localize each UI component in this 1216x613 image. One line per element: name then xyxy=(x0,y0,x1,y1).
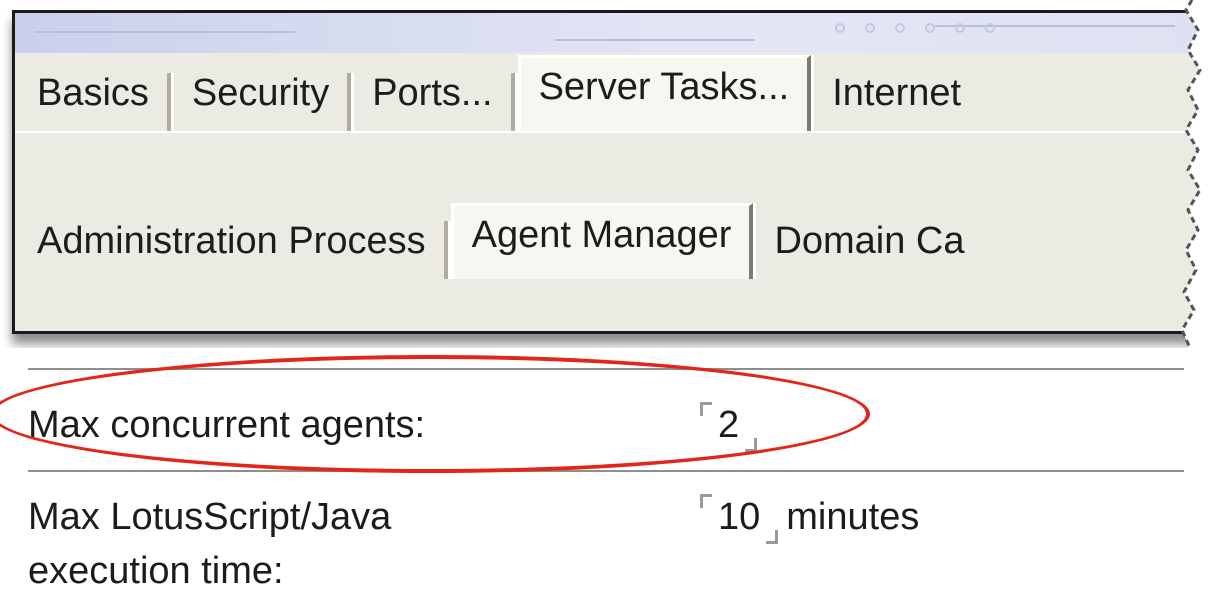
tab-agent-manager[interactable]: Agent Manager xyxy=(450,203,754,279)
max-concurrent-agents-input[interactable]: 2 xyxy=(698,398,759,452)
field-bracket-close-icon xyxy=(764,522,780,544)
tab-basics[interactable]: Basics xyxy=(15,73,171,131)
max-execution-time-label-line1: Max LotusScript/Java xyxy=(28,496,392,538)
max-concurrent-agents-label: Max concurrent agents: xyxy=(28,404,426,446)
tab-administration-process[interactable]: Administration Process xyxy=(15,221,448,279)
max-execution-time-value[interactable]: 10 xyxy=(714,490,764,544)
secondary-tab-row: Administration Process Agent Manager Dom… xyxy=(15,201,1205,279)
tab-ports[interactable]: Ports... xyxy=(354,73,515,131)
field-bracket-open-icon xyxy=(698,398,714,420)
max-execution-time-unit: minutes xyxy=(786,496,920,538)
dialog-frame: Basics Security Ports... Server Tasks...… xyxy=(12,10,1205,334)
tab-internet[interactable]: Internet xyxy=(814,73,979,131)
tab-security[interactable]: Security xyxy=(174,73,352,131)
max-execution-time-label: Max LotusScript/Java execution time: xyxy=(28,490,698,598)
field-max-execution-time: Max LotusScript/Java execution time: 10 … xyxy=(28,472,1184,598)
field-bracket-close-icon xyxy=(743,430,759,452)
field-bracket-open-icon xyxy=(698,490,714,512)
dialog-banner xyxy=(15,13,1205,53)
torn-edge xyxy=(1180,0,1216,348)
field-max-concurrent-agents: Max concurrent agents: 2 xyxy=(28,370,1184,470)
tab-domain-catalog[interactable]: Domain Ca xyxy=(756,221,982,279)
primary-tab-row: Basics Security Ports... Server Tasks...… xyxy=(15,53,1205,133)
max-concurrent-agents-value[interactable]: 2 xyxy=(714,398,743,452)
settings-dialog: Basics Security Ports... Server Tasks...… xyxy=(0,0,1216,348)
max-execution-time-label-line2: execution time: xyxy=(28,550,284,592)
agent-manager-fields: Max concurrent agents: 2 Max LotusScript… xyxy=(28,368,1184,598)
max-execution-time-input[interactable]: 10 minutes xyxy=(698,490,919,544)
tab-server-tasks[interactable]: Server Tasks... xyxy=(517,55,812,131)
